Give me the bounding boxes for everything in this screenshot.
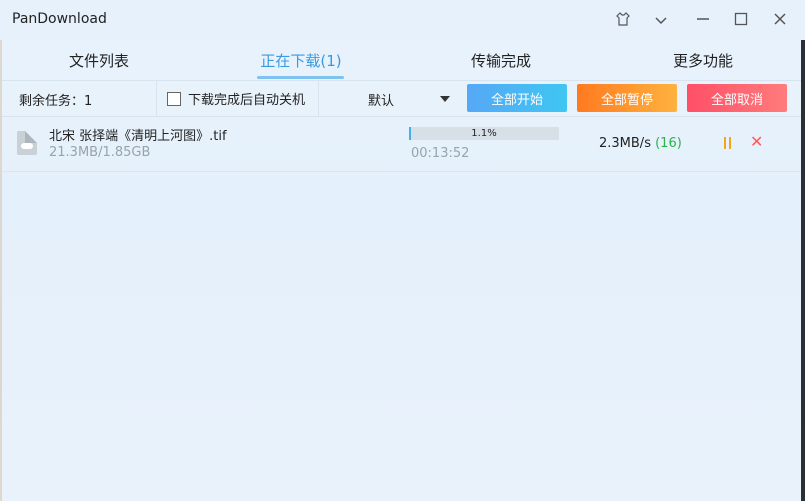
toolbar-divider (156, 81, 157, 116)
cancel-all-button[interactable]: 全部取消 (687, 84, 787, 112)
auto-shutdown-label: 下载完成后自动关机 (188, 93, 306, 108)
menu-dropdown-button[interactable] (648, 8, 674, 32)
maximize-icon (734, 11, 748, 30)
close-icon (773, 11, 787, 30)
minimize-button[interactable] (690, 8, 716, 32)
tab-bar: 文件列表 正在下载(1) 传输完成 更多功能 (0, 40, 805, 80)
download-row[interactable]: 北宋 张择端《清明上河图》.tif 21.3MB/1.85GB 1.1% 00:… (2, 117, 801, 172)
remaining-time: 00:13:52 (411, 146, 470, 161)
title-bar: PanDownload (0, 0, 805, 40)
tab-downloading[interactable]: 正在下载(1) (226, 40, 376, 80)
cancel-icon[interactable]: ✕ (750, 134, 763, 150)
auto-shutdown-option[interactable]: 下载完成后自动关机 (167, 89, 305, 108)
start-all-button[interactable]: 全部开始 (467, 84, 567, 112)
maximize-button[interactable] (728, 8, 754, 32)
chevron-down-icon (654, 11, 668, 30)
progress-text: 1.1% (471, 128, 497, 139)
file-cloud-icon (17, 131, 37, 155)
pause-all-button[interactable]: 全部暂停 (577, 84, 677, 112)
progress-bar: 1.1% (409, 127, 559, 140)
auto-shutdown-checkbox[interactable] (167, 91, 181, 106)
close-window-button[interactable] (767, 8, 793, 32)
toolbar-divider (318, 81, 319, 116)
skin-icon (616, 11, 630, 30)
sort-select-value: 默认 (368, 94, 395, 109)
file-name: 北宋 张择端《清明上河图》.tif (49, 129, 227, 144)
download-toolbar: 剩余任务：1 下载完成后自动关机 默认 全部开始 全部暂停 全部取消 (2, 80, 801, 117)
file-size: 21.3MB/1.85GB (49, 145, 151, 160)
download-speed: 2.3MB/s (16) (599, 136, 682, 151)
connection-count: (16) (655, 136, 682, 151)
sort-select[interactable]: 默认 (320, 81, 457, 116)
dropdown-arrow-icon (440, 96, 450, 102)
remaining-tasks-label: 剩余任务：1 (19, 94, 93, 109)
main-window: PanDownload 文件列表 正在下载(1) 传输完成 更多功能 剩余任务：… (0, 0, 805, 501)
minimize-icon (696, 11, 710, 30)
skin-button[interactable] (610, 8, 636, 32)
tab-completed[interactable]: 传输完成 (426, 40, 576, 80)
active-tab-indicator (257, 76, 344, 79)
tab-file-list[interactable]: 文件列表 (20, 40, 178, 80)
tab-more-features[interactable]: 更多功能 (628, 40, 778, 80)
speed-value: 2.3MB/s (599, 136, 651, 151)
app-title: PanDownload (12, 11, 107, 27)
pause-icon[interactable] (722, 137, 732, 149)
